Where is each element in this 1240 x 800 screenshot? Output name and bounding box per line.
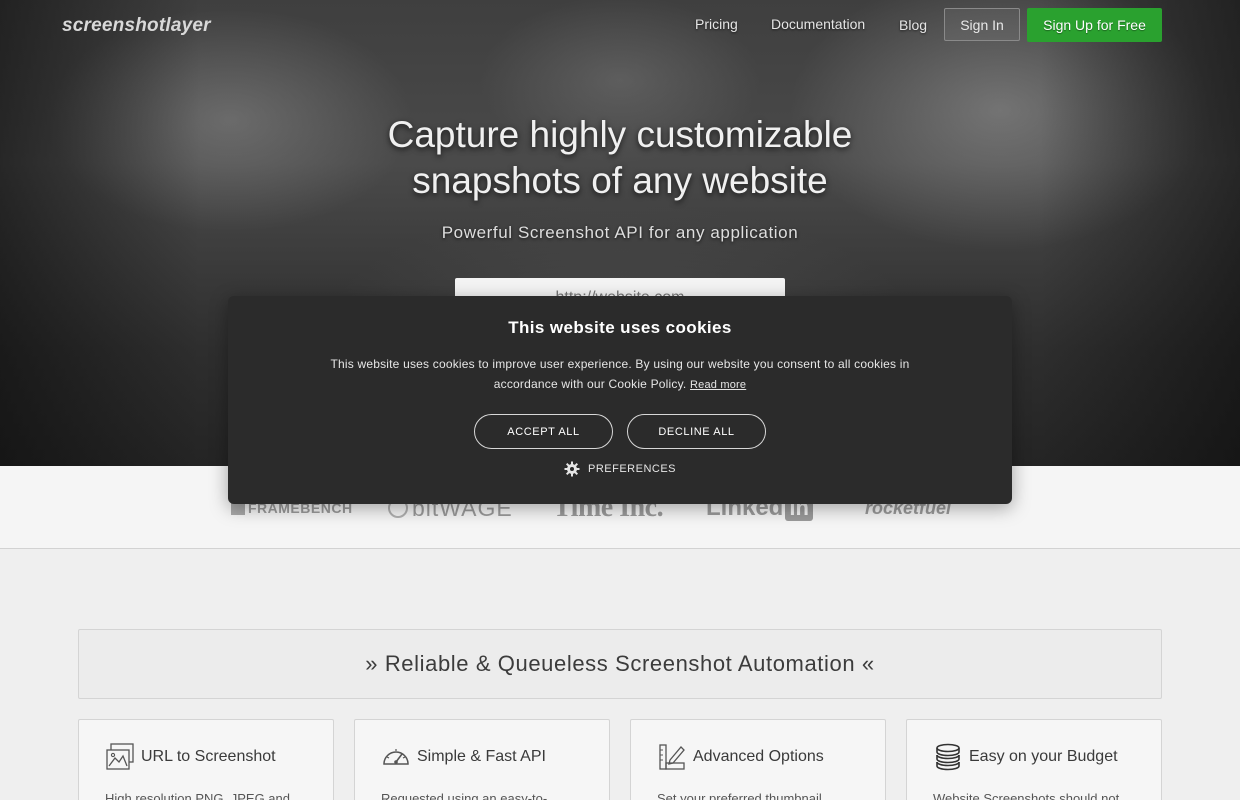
sign-up-button[interactable]: Sign Up for Free: [1027, 8, 1162, 42]
feature-card-advanced-options: Advanced Options Set your preferred thum…: [630, 719, 886, 800]
site-logo[interactable]: screenshotlayer: [62, 15, 211, 37]
hero-shade-left: [0, 0, 200, 466]
decline-all-button[interactable]: DECLINE ALL: [627, 414, 766, 449]
cookie-dialog-text: This website uses cookies to improve use…: [316, 354, 924, 395]
feature-text: Requested using an easy-to-: [381, 791, 548, 800]
section-banner: » Reliable & Queueless Screenshot Automa…: [78, 629, 1162, 699]
sign-in-button[interactable]: Sign In: [944, 8, 1020, 41]
feature-card-simple-fast-api: Simple & Fast API Requested using an eas…: [354, 719, 610, 800]
hero-shade-right: [1040, 0, 1240, 466]
feature-title: Simple & Fast API: [417, 748, 546, 765]
feature-title: Advanced Options: [693, 748, 824, 765]
cookie-dialog-body: This website uses cookies to improve use…: [330, 357, 910, 391]
hero-title-line-2: snapshots of any website: [412, 160, 828, 201]
hero-subtitle: Powerful Screenshot API for any applicat…: [441, 223, 799, 242]
read-more-link[interactable]: Read more: [690, 379, 746, 391]
feature-card-url-to-screenshot: URL to Screenshot High resolution PNG, J…: [78, 719, 334, 800]
images-icon: [106, 743, 134, 770]
feature-card-easy-on-budget: Easy on your Budget Website Screenshots …: [906, 719, 1162, 800]
feature-text: Set your preferred thumbnail: [657, 791, 822, 800]
nav-pricing-link[interactable]: Pricing: [695, 16, 738, 32]
feature-title: URL to Screenshot: [141, 748, 276, 765]
hero-title-line-1: Capture highly customizable: [387, 114, 853, 155]
cookie-dialog-title: This website uses cookies: [508, 318, 732, 337]
nav-documentation-link[interactable]: Documentation: [771, 16, 865, 32]
preferences-button[interactable]: PREFERENCES: [228, 461, 1012, 477]
feature-text: High resolution PNG, JPEG and: [105, 791, 290, 800]
speedometer-icon: [383, 749, 409, 765]
gear-icon: [564, 461, 580, 477]
feature-text: Website Screenshots should not: [933, 791, 1120, 800]
hero-title: Capture highly customizable snapshots of…: [300, 112, 940, 204]
ruler-pencil-icon: [659, 744, 685, 770]
preferences-label: PREFERENCES: [587, 463, 677, 475]
accept-all-button[interactable]: ACCEPT ALL: [474, 414, 613, 449]
coins-icon: [936, 743, 960, 771]
feature-title: Easy on your Budget: [969, 748, 1118, 765]
cookie-consent-dialog: This website uses cookies This website u…: [228, 296, 1012, 504]
nav-blog-link[interactable]: Blog: [899, 17, 927, 33]
